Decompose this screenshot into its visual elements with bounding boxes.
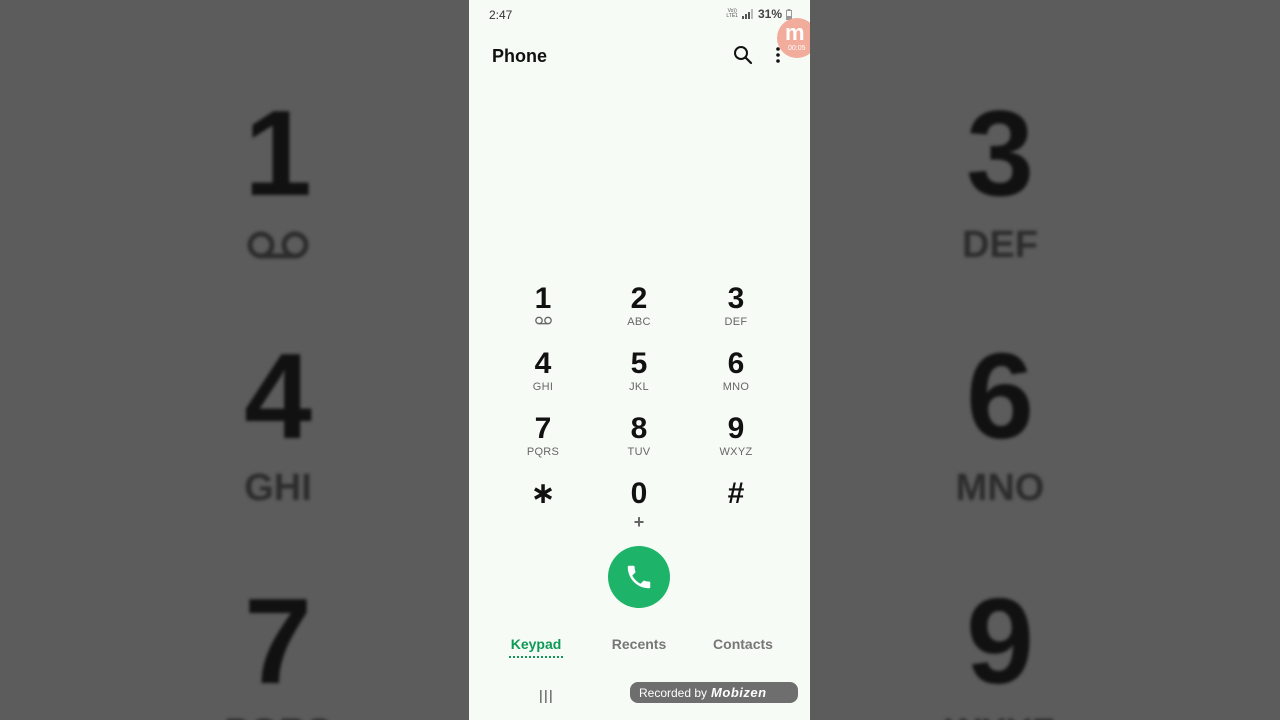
key-plus: + bbox=[633, 512, 645, 532]
key-star[interactable]: ∗ bbox=[495, 477, 591, 539]
recorder-logo: m bbox=[785, 20, 805, 45]
key-digit: 2 bbox=[630, 282, 648, 315]
bg-key-3: 3 DEF bbox=[940, 92, 1060, 267]
voicemail-icon bbox=[534, 316, 552, 325]
screen-recording-frame: 1 4 GHI 7 PQRS 3 DEF 6 MNO 9 WXYZ bbox=[0, 0, 1280, 720]
page-title: Phone bbox=[492, 46, 548, 66]
screen-recorder-badge[interactable]: m 00:05 bbox=[777, 18, 810, 58]
key-letters: PQRS bbox=[526, 446, 560, 458]
bg-digit: 4 bbox=[244, 328, 312, 464]
tab-contacts[interactable]: Contacts bbox=[698, 636, 788, 652]
recording-watermark: Recorded by Mobizen bbox=[630, 682, 798, 703]
tab-keypad[interactable]: Keypad bbox=[491, 636, 581, 658]
key-7[interactable]: 7 PQRS bbox=[495, 412, 591, 474]
bg-letters: PQRS bbox=[218, 712, 338, 720]
watermark-brand: Mobizen bbox=[711, 685, 767, 700]
key-digit: 4 bbox=[534, 347, 552, 380]
key-letters: DEF bbox=[724, 316, 748, 328]
key-hash[interactable]: # bbox=[688, 477, 784, 539]
key-digit: 8 bbox=[630, 412, 648, 445]
tab-label: Keypad bbox=[510, 636, 562, 652]
background-mirror-left: 1 4 GHI 7 PQRS bbox=[0, 0, 469, 720]
key-letters: WXYZ bbox=[719, 446, 753, 458]
active-tab-indicator bbox=[509, 656, 563, 658]
recorder-elapsed: 00:05 bbox=[788, 45, 806, 52]
key-digit: 0 bbox=[630, 477, 648, 510]
bg-digit: 6 bbox=[966, 328, 1034, 464]
key-letters: MNO bbox=[722, 381, 750, 393]
key-4[interactable]: 4 GHI bbox=[495, 347, 591, 409]
status-right: Vo)) LTE1 31% bbox=[726, 7, 792, 21]
tab-label: Contacts bbox=[713, 636, 773, 652]
bg-key-4: 4 GHI bbox=[218, 335, 338, 510]
key-letters: ABC bbox=[627, 316, 651, 328]
key-letters: JKL bbox=[629, 381, 649, 393]
key-5[interactable]: 5 JKL bbox=[591, 347, 687, 409]
bg-letters: MNO bbox=[955, 467, 1045, 509]
bg-digit: 7 bbox=[244, 573, 312, 709]
key-digit: 6 bbox=[727, 347, 745, 380]
phone-screen: 2:47 Vo)) LTE1 31% Phone m 00:05 1 2 ABC… bbox=[469, 0, 810, 720]
key-0[interactable]: 0 + bbox=[591, 477, 687, 539]
key-digit: 7 bbox=[534, 412, 552, 445]
recent-apps-icon[interactable] bbox=[539, 690, 553, 703]
bg-letters: GHI bbox=[244, 467, 312, 509]
key-8[interactable]: 8 TUV bbox=[591, 412, 687, 474]
signal-icon bbox=[741, 9, 753, 19]
tab-label: Recents bbox=[611, 636, 667, 652]
key-digit: 5 bbox=[630, 347, 648, 380]
bottom-tabs: Keypad Recents Contacts bbox=[469, 632, 810, 664]
key-letters: GHI bbox=[532, 381, 554, 393]
call-button[interactable] bbox=[608, 546, 670, 608]
key-digit: 3 bbox=[727, 282, 745, 315]
key-letters: TUV bbox=[627, 446, 651, 458]
watermark-text: Recorded by bbox=[639, 685, 708, 700]
status-bar: 2:47 Vo)) LTE1 31% bbox=[469, 0, 810, 28]
search-icon[interactable] bbox=[733, 45, 753, 65]
key-digit: # bbox=[727, 477, 745, 510]
status-time: 2:47 bbox=[489, 8, 513, 22]
bg-key-9: 9 WXYZ bbox=[940, 580, 1060, 720]
bg-digit: 1 bbox=[244, 85, 312, 221]
bg-digit: 3 bbox=[966, 85, 1034, 221]
battery-percent: 31% bbox=[757, 7, 782, 21]
bg-letters: WXYZ bbox=[940, 712, 1060, 720]
bg-key-7: 7 PQRS bbox=[218, 580, 338, 720]
key-2[interactable]: 2 ABC bbox=[591, 282, 687, 344]
bg-letters: DEF bbox=[962, 224, 1038, 266]
bg-key-6: 6 MNO bbox=[940, 335, 1060, 510]
bg-digit: 9 bbox=[966, 573, 1034, 709]
key-digit: 1 bbox=[534, 282, 552, 315]
phone-icon bbox=[627, 565, 651, 589]
key-9[interactable]: 9 WXYZ bbox=[688, 412, 784, 474]
key-6[interactable]: 6 MNO bbox=[688, 347, 784, 409]
volte-indicator: Vo)) LTE1 bbox=[726, 8, 738, 19]
voicemail-icon bbox=[247, 231, 309, 259]
key-3[interactable]: 3 DEF bbox=[688, 282, 784, 344]
app-bar: Phone bbox=[469, 38, 810, 74]
key-digit: 9 bbox=[727, 412, 745, 445]
key-1[interactable]: 1 bbox=[495, 282, 591, 344]
tab-recents[interactable]: Recents bbox=[594, 636, 684, 652]
key-digit: ∗ bbox=[530, 477, 556, 510]
bg-key-1: 1 bbox=[218, 92, 338, 260]
